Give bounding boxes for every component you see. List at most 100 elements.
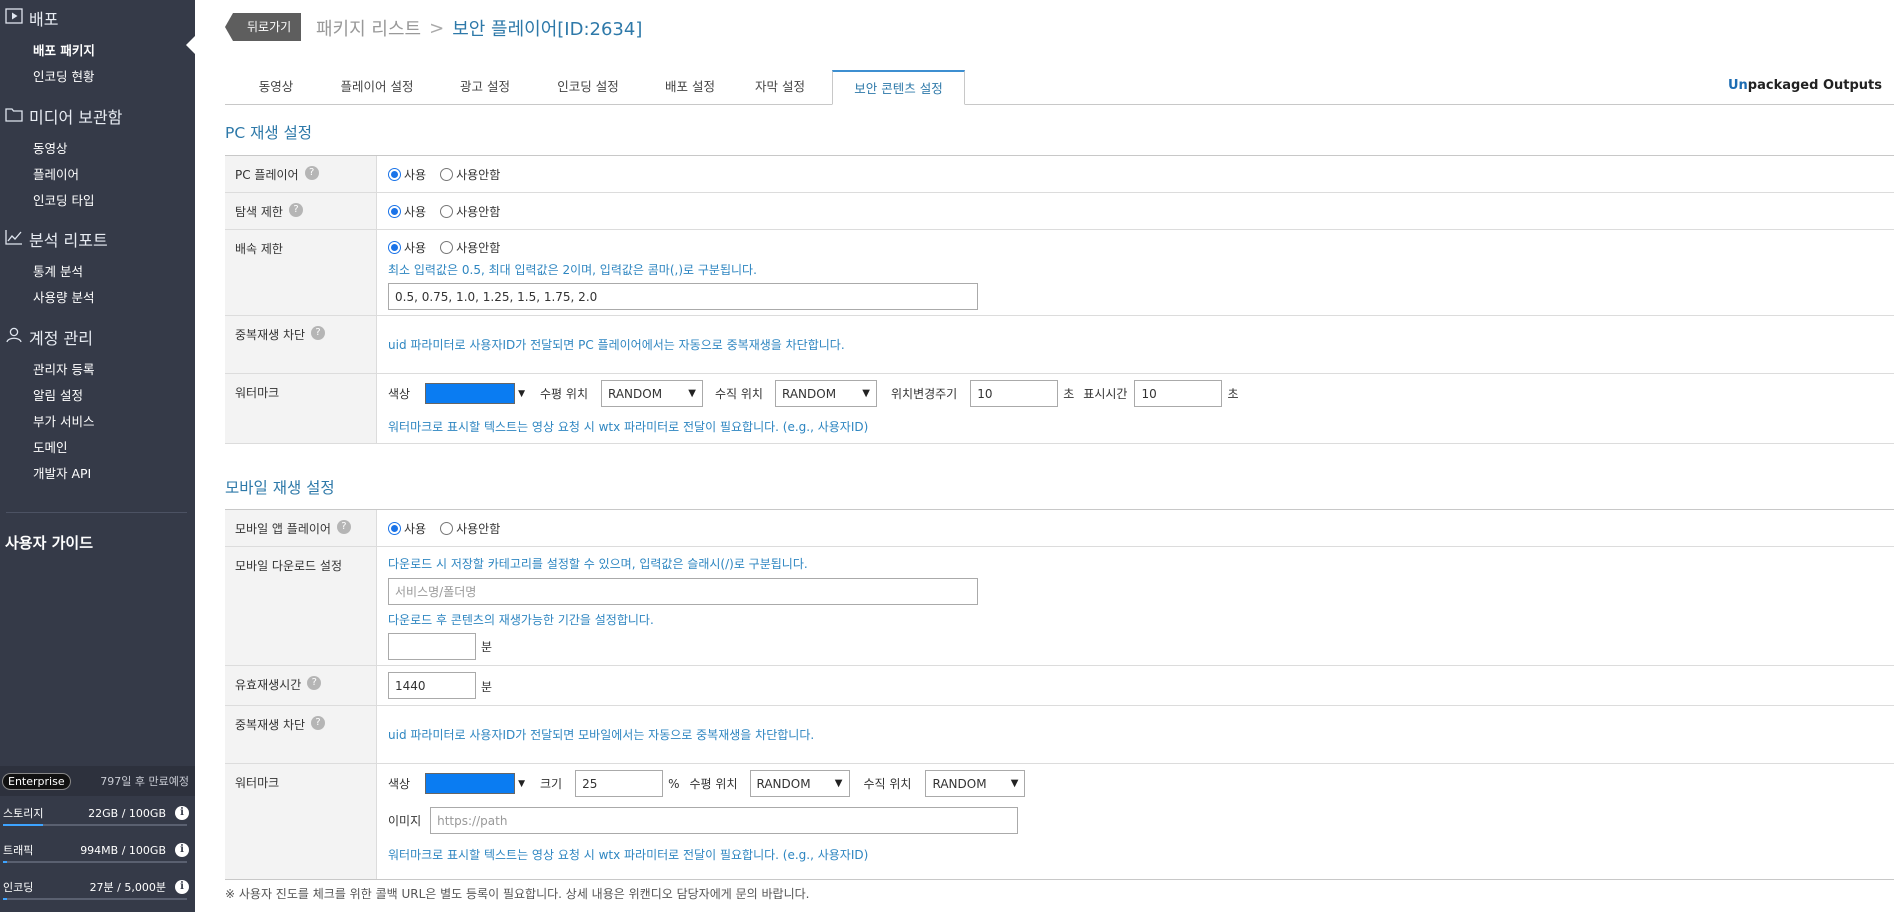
usage-label: 스토리지 bbox=[3, 807, 44, 820]
sidebar-item-usage[interactable]: 사용량 분석 bbox=[0, 285, 195, 311]
sidebar-section-account: 계정 관리 관리자 등록 알림 설정 부가 서비스 도메인 개발자 API bbox=[0, 325, 195, 487]
sidebar-header-deploy[interactable]: 배포 bbox=[0, 6, 195, 30]
pc-player-nouse-radio[interactable]: 사용안함 bbox=[440, 166, 500, 183]
speed-use-radio[interactable]: 사용 bbox=[388, 239, 426, 256]
tab-subtitle-settings[interactable]: 자막 설정 bbox=[730, 70, 830, 105]
download-period-input[interactable] bbox=[388, 633, 476, 660]
color-label: 색상 bbox=[388, 387, 411, 401]
unit-label: 분 bbox=[481, 640, 493, 654]
usage-encoding: 인코딩 27분 / 5,000분 i bbox=[0, 871, 195, 908]
select-value: RANDOM bbox=[781, 386, 837, 401]
unpackaged-suffix: packaged Outputs bbox=[1747, 78, 1882, 93]
mobile-use-radio[interactable]: 사용 bbox=[388, 520, 426, 537]
mobile-watermark-label: 워터마크 bbox=[235, 776, 280, 790]
user-icon bbox=[5, 327, 29, 347]
valid-playback-row: 유효재생시간? 분 bbox=[225, 666, 1894, 706]
radio-group: 사용 사용안함 bbox=[377, 193, 1894, 229]
seek-nouse-radio[interactable]: 사용안함 bbox=[440, 203, 500, 220]
pc-color-picker[interactable]: ▼ bbox=[425, 383, 525, 404]
sidebar-section-analytics: 분석 리포트 통계 분석 사용량 분석 bbox=[0, 227, 195, 311]
vpos-label: 수직 위치 bbox=[715, 387, 763, 401]
usage-bar bbox=[3, 898, 187, 900]
tab-video[interactable]: 동영상 bbox=[240, 70, 312, 105]
field-label: 배속 제한 bbox=[225, 230, 377, 315]
sidebar-item-developer-api[interactable]: 개발자 API bbox=[0, 461, 195, 487]
breadcrumb-parent[interactable]: 패키지 리스트 bbox=[316, 15, 421, 41]
tab-ad-settings[interactable]: 광고 설정 bbox=[440, 70, 530, 105]
tab-deploy-settings[interactable]: 배포 설정 bbox=[640, 70, 740, 105]
sidebar-header-label: 미디어 보관함 bbox=[29, 108, 123, 127]
tab-secure-content-settings[interactable]: 보안 콘텐츠 설정 bbox=[832, 70, 965, 105]
breadcrumb-separator: > bbox=[429, 17, 445, 39]
pc-display-time-input[interactable] bbox=[1134, 380, 1223, 407]
sidebar-item-players[interactable]: 플레이어 bbox=[0, 162, 195, 188]
pc-dup-block-row: 중복재생 차단? uid 파라미터로 사용자ID가 전달되면 PC 플레이어에서… bbox=[225, 316, 1894, 374]
seek-use-radio[interactable]: 사용 bbox=[388, 203, 426, 220]
sidebar-item-deploy-package[interactable]: 배포 패키지 bbox=[0, 38, 195, 64]
field-label: 중복재생 차단? bbox=[225, 706, 377, 763]
user-guide-link[interactable]: 사용자 가이드 bbox=[5, 532, 93, 553]
active-indicator-arrow bbox=[186, 36, 195, 54]
mobile-size-input[interactable] bbox=[575, 770, 664, 797]
pc-player-use-radio[interactable]: 사용 bbox=[388, 166, 426, 183]
back-button[interactable]: 뒤로가기 bbox=[225, 13, 302, 41]
radio-label: 사용 bbox=[404, 521, 427, 536]
help-icon[interactable]: ? bbox=[288, 203, 303, 217]
download-category-input[interactable] bbox=[388, 578, 978, 605]
sidebar-item-videos[interactable]: 동영상 bbox=[0, 136, 195, 162]
unit-label: 초 bbox=[1063, 387, 1075, 401]
pc-interval-input[interactable] bbox=[970, 380, 1059, 407]
radio-unchecked-icon bbox=[440, 241, 454, 254]
pc-dup-note: uid 파라미터로 사용자ID가 전달되면 PC 플레이어에서는 자동으로 중복… bbox=[388, 338, 845, 352]
download-category-note: 다운로드 시 저장할 카테고리를 설정할 수 있으며, 입력값은 슬래시(/)로… bbox=[388, 557, 808, 571]
help-icon[interactable]: ? bbox=[307, 676, 322, 690]
sidebar-item-domain[interactable]: 도메인 bbox=[0, 435, 195, 461]
mobile-nouse-radio[interactable]: 사용안함 bbox=[440, 520, 500, 537]
usage-bar bbox=[3, 824, 187, 826]
folder-icon bbox=[5, 106, 29, 126]
pc-hpos-select[interactable]: RANDOM ▼ bbox=[601, 380, 703, 407]
usage-value: 22GB / 100GB bbox=[88, 806, 166, 820]
speed-values-input[interactable] bbox=[388, 283, 978, 310]
sidebar-item-addon-service[interactable]: 부가 서비스 bbox=[0, 409, 195, 435]
sidebar-item-encoding-status[interactable]: 인코딩 현황 bbox=[0, 64, 195, 90]
usage-bar bbox=[3, 861, 187, 863]
sidebar-item-notification[interactable]: 알림 설정 bbox=[0, 383, 195, 409]
sidebar-header-media[interactable]: 미디어 보관함 bbox=[0, 104, 195, 128]
unpackaged-outputs-link[interactable]: Unpackaged Outputs bbox=[1728, 78, 1882, 93]
mobile-hpos-select[interactable]: RANDOM ▼ bbox=[749, 770, 850, 797]
plan-info: Enterprise 797일 후 만료예정 bbox=[0, 766, 195, 796]
info-icon[interactable]: i bbox=[175, 880, 189, 894]
field-label: 탐색 제한? bbox=[225, 193, 377, 229]
mobile-color-picker[interactable]: ▼ bbox=[425, 773, 525, 794]
tab-encoding-settings[interactable]: 인코딩 설정 bbox=[533, 70, 643, 105]
sidebar-header-analytics[interactable]: 분석 리포트 bbox=[0, 227, 195, 251]
pc-watermark-label: 워터마크 bbox=[235, 386, 280, 400]
select-value: RANDOM bbox=[608, 386, 663, 401]
info-icon[interactable]: i bbox=[175, 843, 189, 857]
sidebar-item-statistics[interactable]: 통계 분석 bbox=[0, 259, 195, 285]
help-icon[interactable]: ? bbox=[311, 326, 326, 340]
color-swatch bbox=[425, 383, 516, 404]
pc-vpos-select[interactable]: RANDOM ▼ bbox=[774, 380, 877, 407]
sidebar-item-encoding-type[interactable]: 인코딩 타입 bbox=[0, 188, 195, 214]
tab-player-settings[interactable]: 플레이어 설정 bbox=[322, 70, 432, 105]
mobile-vpos-select[interactable]: RANDOM ▼ bbox=[925, 770, 1026, 797]
color-swatch bbox=[425, 773, 516, 794]
pc-watermark-note: 워터마크로 표시할 텍스트는 영상 요청 시 wtx 파라미터로 전달이 필요합… bbox=[388, 420, 869, 434]
valid-playback-input[interactable] bbox=[388, 672, 476, 699]
sidebar-item-admin-register[interactable]: 관리자 등록 bbox=[0, 357, 195, 383]
info-icon[interactable]: i bbox=[175, 806, 189, 820]
sidebar-header-account[interactable]: 계정 관리 bbox=[0, 325, 195, 349]
speed-nouse-radio[interactable]: 사용안함 bbox=[440, 239, 500, 256]
help-icon[interactable]: ? bbox=[336, 520, 351, 534]
usage-value: 994MB / 100GB bbox=[80, 843, 166, 857]
unit-label: 초 bbox=[1227, 387, 1239, 401]
help-icon[interactable]: ? bbox=[304, 166, 319, 180]
chevron-down-icon: ▼ bbox=[834, 778, 843, 789]
watermark-image-input[interactable] bbox=[430, 807, 1019, 834]
sidebar-section-media: 미디어 보관함 동영상 플레이어 인코딩 타입 bbox=[0, 104, 195, 214]
valid-playback-cell: 분 bbox=[377, 666, 1894, 705]
mobile-watermark-note: 워터마크로 표시할 텍스트는 영상 요청 시 wtx 파라미터로 전달이 필요합… bbox=[388, 848, 869, 862]
help-icon[interactable]: ? bbox=[311, 716, 326, 730]
